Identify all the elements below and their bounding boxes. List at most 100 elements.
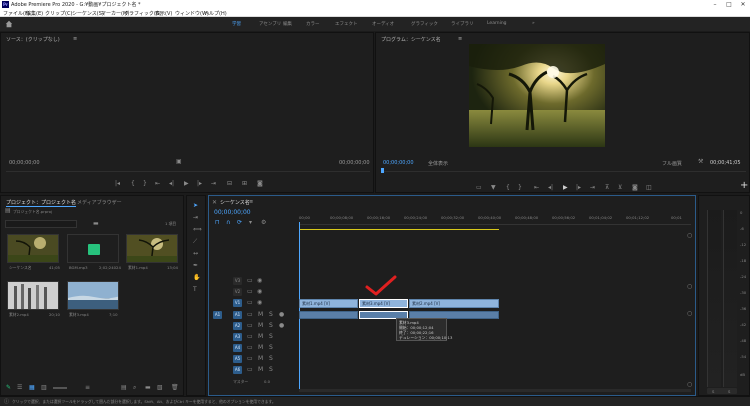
project-thumbnail-bgm[interactable] (67, 234, 119, 263)
track-label[interactable]: V1 (233, 299, 242, 307)
lock-icon[interactable]: ▭ (247, 278, 253, 284)
snap-icon[interactable]: ∩ (226, 220, 230, 226)
close-button[interactable]: ✕ (736, 0, 750, 9)
scroll-handle[interactable]: ○ (687, 311, 692, 317)
program-playhead[interactable] (381, 168, 384, 173)
mic-icon[interactable]: ● (279, 323, 284, 329)
lock-icon[interactable]: ▭ (247, 289, 253, 295)
track-label[interactable]: A6 (233, 366, 242, 374)
solo-left-button[interactable]: S (712, 389, 714, 394)
track-label[interactable]: A3 (233, 333, 242, 341)
workspace-more-button[interactable]: » (532, 21, 535, 26)
program-scrubber[interactable] (382, 171, 746, 172)
quality-dropdown[interactable]: フル画質 (662, 160, 682, 167)
close-tab-icon[interactable]: ✕ (212, 200, 217, 206)
mic-icon[interactable]: ● (279, 312, 284, 318)
track-label[interactable]: V3 (233, 277, 242, 285)
workspace-tab-assembly[interactable]: アセンブリ (259, 21, 281, 27)
frame-forward-icon[interactable]: |▸ (197, 181, 202, 187)
scroll-handle[interactable]: ○ (687, 284, 692, 290)
track-label[interactable]: A4 (233, 344, 242, 352)
sort-icon[interactable]: ≡ (85, 385, 90, 391)
workspace-tab-audio[interactable]: オーディオ (372, 21, 394, 27)
solo-icon[interactable]: S (269, 323, 273, 329)
home-icon[interactable] (5, 20, 13, 28)
workspace-tab-color[interactable]: カラー (306, 21, 320, 27)
mark-out-icon[interactable]: } (143, 181, 147, 187)
track-label[interactable]: A2 (233, 322, 242, 330)
linked-selection-icon[interactable]: ⟳ (237, 220, 242, 226)
workspace-tab-graphics[interactable]: グラフィック (411, 21, 438, 27)
go-in-icon[interactable]: ⇤ (155, 181, 160, 187)
video-clip[interactable]: 素材1.mp4 [V] (299, 299, 358, 308)
new-item-icon[interactable]: ▧ (157, 385, 163, 391)
frame-back-icon[interactable]: ◂| (169, 181, 174, 187)
add-marker-icon[interactable]: ▾ (249, 220, 252, 226)
eye-icon[interactable]: ◉ (257, 278, 262, 284)
project-thumbnail-clip3[interactable] (67, 281, 119, 310)
panel-menu-icon[interactable]: ≡ (458, 36, 462, 42)
scroll-handle[interactable]: ○ (687, 382, 692, 388)
automate-to-sequence-icon[interactable]: ▤ (121, 385, 127, 391)
lock-icon[interactable]: ▭ (247, 334, 253, 340)
source-timecode-current[interactable]: 00;00;00;00 (9, 160, 40, 166)
panel-menu-icon[interactable]: ≡ (249, 199, 253, 205)
zoom-slider[interactable] (53, 387, 67, 389)
trash-icon[interactable]: 🗑 (171, 385, 179, 391)
mute-icon[interactable]: M (258, 323, 263, 329)
frame-forward-icon[interactable]: |▸ (576, 185, 581, 191)
icon-view-icon[interactable]: ▦ (29, 385, 35, 391)
lock-icon[interactable]: ▭ (247, 345, 253, 351)
mute-icon[interactable]: M (258, 356, 263, 362)
solo-icon[interactable]: S (269, 367, 273, 373)
type-tool-icon[interactable]: T (193, 287, 197, 293)
work-area-bar[interactable] (299, 229, 499, 230)
nest-icon[interactable]: ⊓ (215, 220, 220, 226)
go-out-icon[interactable]: ⇥ (590, 185, 595, 191)
extract-icon[interactable]: ⊻ (618, 185, 622, 191)
workspace-tab-editing[interactable]: 編集 (283, 21, 292, 27)
folder-icon[interactable]: ▬ (93, 221, 99, 227)
fit-dropdown[interactable]: 全体表示 (428, 160, 448, 167)
razor-tool-icon[interactable]: ⟋ (193, 239, 197, 245)
safe-margins-icon[interactable]: ▭ (476, 185, 482, 191)
menu-sequence[interactable]: シーケンス(S) (72, 10, 104, 17)
solo-icon[interactable]: S (269, 334, 273, 340)
add-button-icon[interactable]: + (740, 181, 748, 191)
timeline-settings-icon[interactable]: ⚙ (261, 220, 266, 226)
lift-icon[interactable]: ⊼ (605, 185, 609, 191)
panel-menu-icon[interactable]: ≡ (73, 36, 77, 42)
go-out-icon[interactable]: ⇥ (211, 181, 216, 187)
tab-media-browser[interactable]: メディアブラウザー (77, 199, 122, 206)
project-thumbnail-clip2[interactable] (7, 281, 59, 310)
export-frame-icon[interactable]: ◙ (257, 181, 263, 187)
insert-icon[interactable]: ⊟ (227, 181, 232, 187)
lock-icon[interactable]: ▭ (247, 312, 253, 318)
solo-icon[interactable]: S (269, 345, 273, 351)
workspace-tab-effects[interactable]: エフェクト (335, 21, 358, 27)
workspace-tab-libraries[interactable]: ライブラリ (451, 21, 474, 27)
pen-tool-icon[interactable]: ✒ (193, 263, 198, 269)
eye-icon[interactable]: ◉ (257, 289, 262, 295)
wrench-icon[interactable]: ⚒ (698, 159, 703, 165)
marker-icon[interactable]: ▼ (491, 185, 496, 191)
workspace-tab-learning-en[interactable]: Learning (487, 21, 507, 26)
export-frame-icon[interactable]: ◙ (632, 185, 638, 191)
menu-edit[interactable]: 編集(E) (26, 10, 43, 17)
solo-right-button[interactable]: S (728, 389, 730, 394)
camera-icon[interactable]: ▣ (176, 159, 182, 165)
tab-sequence[interactable]: シーケンス名 (220, 199, 250, 206)
source-scrubber[interactable] (6, 171, 370, 172)
video-clip-selected[interactable]: 素材3.mp4 [V] (359, 299, 408, 308)
workspace-tab-learning[interactable]: 学習 (232, 21, 241, 27)
project-thumbnail-clip1[interactable] (126, 234, 178, 263)
selection-tool-icon[interactable]: ➤ (193, 203, 198, 209)
lock-icon[interactable]: ▭ (247, 323, 253, 329)
lock-icon[interactable]: ▭ (247, 367, 253, 373)
solo-icon[interactable]: S (269, 356, 273, 362)
play-icon[interactable]: ▶ (184, 181, 189, 187)
go-in-icon[interactable]: ⇤ (534, 185, 539, 191)
tab-project[interactable]: プロジェクト：プロジェクト名 (6, 199, 77, 207)
lock-icon[interactable]: ▭ (247, 356, 253, 362)
pencil-icon[interactable]: ✎ (6, 385, 11, 391)
